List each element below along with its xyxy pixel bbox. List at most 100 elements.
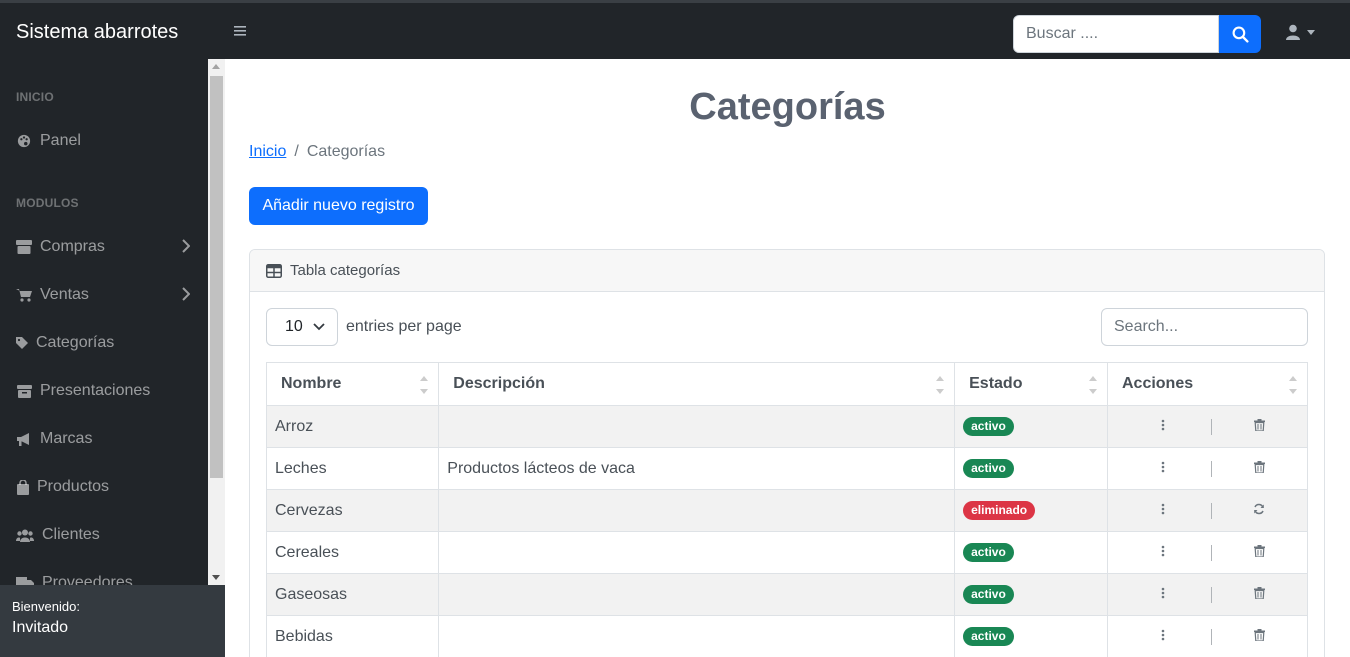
table-row: Gaseosas activo — [265, 573, 1309, 616]
sidebar-item-label: Presentaciones — [40, 382, 151, 399]
cell-descripcion — [438, 405, 956, 448]
top-search-button[interactable] — [1219, 15, 1261, 53]
table-row: Bebidas activo — [265, 615, 1309, 657]
sort-icon[interactable] — [1088, 376, 1097, 394]
sidebar-item-ventas[interactable]: Ventas — [16, 283, 196, 307]
cell-acciones — [1106, 405, 1309, 448]
column-header-estado[interactable]: Estado — [954, 362, 1108, 406]
shopping-bag-icon — [16, 479, 29, 495]
top-search-input[interactable] — [1013, 15, 1219, 53]
sidebar-item-label: Panel — [40, 132, 81, 149]
delete-button[interactable] — [1212, 544, 1307, 562]
sidebar-heading-inicio: INICIO — [16, 90, 54, 104]
cell-nombre: Arroz — [265, 405, 440, 448]
cell-estado: eliminado — [954, 489, 1108, 532]
cell-acciones — [1106, 447, 1309, 490]
more-options-button[interactable] — [1116, 628, 1211, 646]
column-header-descripcion[interactable]: Descripción — [438, 362, 956, 406]
sort-icon[interactable] — [1289, 376, 1297, 394]
table-search-input[interactable] — [1101, 308, 1308, 346]
sidebar-item-categorias[interactable]: Categorías — [16, 331, 196, 355]
top-navbar: Sistema abarrotes — [0, 0, 1350, 59]
sidebar-item-label: Marcas — [40, 430, 93, 447]
scrollbar-thumb[interactable] — [210, 76, 223, 478]
user-name: Invitado — [12, 619, 69, 636]
cell-estado: activo — [954, 531, 1108, 574]
per-page-label: entries per page — [346, 318, 462, 335]
dots-vertical-icon — [1161, 460, 1165, 478]
table-row: Arroz activo — [265, 405, 1309, 448]
palette-icon — [16, 133, 32, 149]
more-options-button[interactable] — [1116, 460, 1211, 478]
sort-icon[interactable] — [936, 376, 945, 394]
status-badge: eliminado — [963, 501, 1036, 520]
card-title: Tabla categorías — [290, 262, 401, 279]
brand-title[interactable]: Sistema abarrotes — [16, 21, 178, 44]
sidebar-footer: Bienvenido: Invitado — [0, 585, 225, 657]
cell-descripcion — [438, 531, 956, 574]
cell-descripcion — [438, 489, 956, 532]
more-options-button[interactable] — [1116, 418, 1211, 436]
dots-vertical-icon — [1161, 586, 1165, 604]
status-badge: activo — [963, 627, 1014, 646]
cell-nombre: Leches — [265, 447, 440, 490]
trash-icon — [1253, 460, 1265, 478]
delete-button[interactable] — [1212, 628, 1307, 646]
sidebar-toggle-icon[interactable] — [232, 23, 248, 39]
cell-nombre: Bebidas — [265, 615, 440, 657]
sidebar-item-panel[interactable]: Panel — [16, 129, 196, 153]
dots-vertical-icon — [1161, 628, 1165, 646]
scroll-down-icon[interactable] — [212, 575, 220, 580]
column-header-nombre[interactable]: Nombre — [265, 362, 440, 406]
scroll-up-icon[interactable] — [212, 64, 220, 69]
user-icon — [1286, 24, 1300, 40]
status-badge: activo — [963, 585, 1014, 604]
chevron-right-icon — [181, 239, 191, 258]
dots-vertical-icon — [1161, 544, 1165, 562]
table-row: Cereales activo — [265, 531, 1309, 574]
user-menu-dropdown[interactable] — [1285, 24, 1315, 40]
cell-estado: activo — [954, 447, 1108, 490]
dots-vertical-icon — [1161, 418, 1165, 436]
delete-button[interactable] — [1212, 586, 1307, 604]
breadcrumb-home-link[interactable]: Inicio — [249, 143, 286, 161]
sidebar-item-proveedores[interactable]: Proveedores — [16, 571, 196, 585]
cell-descripcion — [438, 615, 956, 657]
add-record-button[interactable]: Añadir nuevo registro — [249, 187, 428, 225]
cell-nombre: Gaseosas — [265, 573, 440, 616]
chevron-down-icon — [313, 323, 325, 331]
sidebar-item-productos[interactable]: Productos — [16, 475, 196, 499]
delete-button[interactable] — [1212, 460, 1307, 478]
refresh-icon — [1253, 502, 1265, 520]
status-badge: activo — [963, 417, 1014, 436]
sidebar-heading-modulos: MODULOS — [16, 196, 79, 210]
cell-descripcion: Productos lácteos de vaca — [438, 447, 956, 490]
delete-button[interactable] — [1212, 418, 1307, 436]
sidebar-scrollbar[interactable] — [208, 59, 225, 585]
table-row: Cervezas eliminado — [265, 489, 1309, 532]
top-search-group — [1013, 15, 1261, 53]
per-page-select[interactable]: 10 — [266, 308, 338, 346]
sidebar-item-presentaciones[interactable]: Presentaciones — [16, 379, 196, 403]
restore-button[interactable] — [1212, 502, 1307, 520]
sort-icon[interactable] — [420, 376, 429, 394]
sidebar: INICIO Panel MODULOS Compras Ventas Cate… — [0, 59, 225, 657]
sidebar-item-clientes[interactable]: Clientes — [16, 523, 196, 547]
column-header-acciones[interactable]: Acciones — [1106, 362, 1309, 406]
more-options-button[interactable] — [1116, 502, 1211, 520]
cell-descripcion — [438, 573, 956, 616]
search-icon — [1232, 26, 1249, 43]
sidebar-item-marcas[interactable]: Marcas — [16, 427, 196, 451]
cart-icon — [16, 287, 32, 303]
sidebar-item-label: Clientes — [42, 526, 100, 543]
sidebar-item-compras[interactable]: Compras — [16, 235, 196, 259]
welcome-label: Bienvenido: — [12, 599, 80, 614]
more-options-button[interactable] — [1116, 544, 1211, 562]
more-options-button[interactable] — [1116, 586, 1211, 604]
dots-vertical-icon — [1161, 502, 1165, 520]
cell-acciones — [1106, 573, 1309, 616]
trash-icon — [1253, 586, 1265, 604]
breadcrumb: Inicio / Categorías — [249, 143, 385, 161]
table-row: Leches Productos lácteos de vaca activo — [265, 447, 1309, 490]
trash-icon — [1253, 418, 1265, 436]
